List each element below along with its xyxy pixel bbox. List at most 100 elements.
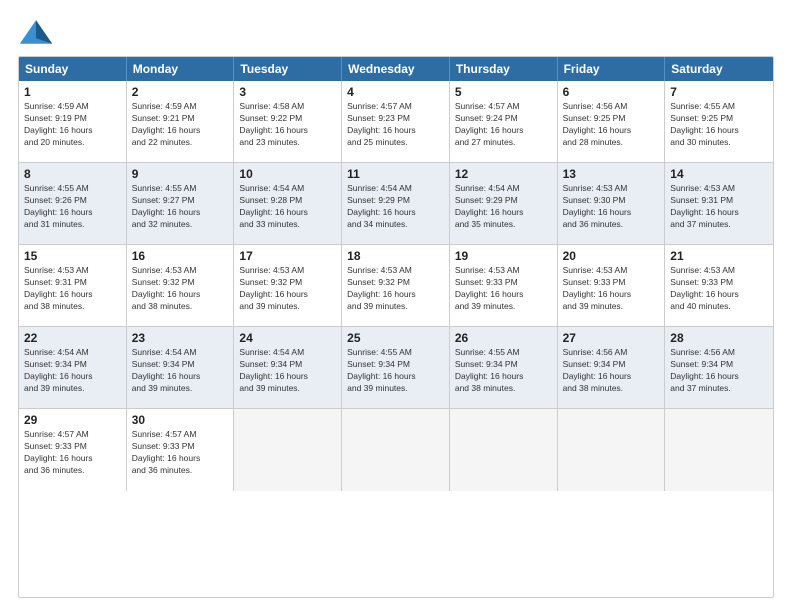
day-info: Sunrise: 4:59 AM Sunset: 9:21 PM Dayligh… bbox=[132, 101, 229, 149]
calendar-cell: 26 Sunrise: 4:55 AM Sunset: 9:34 PM Dayli… bbox=[450, 327, 558, 409]
day-info: Sunrise: 4:54 AM Sunset: 9:34 PM Dayligh… bbox=[24, 347, 121, 395]
day-number: 6 bbox=[563, 85, 660, 99]
logo-icon bbox=[18, 18, 54, 46]
day-info: Sunrise: 4:53 AM Sunset: 9:31 PM Dayligh… bbox=[670, 183, 768, 231]
day-number: 29 bbox=[24, 413, 121, 427]
day-info: Sunrise: 4:56 AM Sunset: 9:25 PM Dayligh… bbox=[563, 101, 660, 149]
day-info: Sunrise: 4:58 AM Sunset: 9:22 PM Dayligh… bbox=[239, 101, 336, 149]
day-number: 15 bbox=[24, 249, 121, 263]
weekday-header-monday: Monday bbox=[127, 57, 235, 81]
calendar-cell: 25 Sunrise: 4:55 AM Sunset: 9:34 PM Dayli… bbox=[342, 327, 450, 409]
day-info: Sunrise: 4:55 AM Sunset: 9:27 PM Dayligh… bbox=[132, 183, 229, 231]
day-number: 23 bbox=[132, 331, 229, 345]
calendar-cell bbox=[558, 409, 666, 491]
weekday-header-friday: Friday bbox=[558, 57, 666, 81]
calendar-cell: 28 Sunrise: 4:56 AM Sunset: 9:34 PM Dayli… bbox=[665, 327, 773, 409]
day-number: 11 bbox=[347, 167, 444, 181]
weekday-header-tuesday: Tuesday bbox=[234, 57, 342, 81]
day-number: 9 bbox=[132, 167, 229, 181]
day-number: 18 bbox=[347, 249, 444, 263]
day-number: 25 bbox=[347, 331, 444, 345]
day-info: Sunrise: 4:56 AM Sunset: 9:34 PM Dayligh… bbox=[670, 347, 768, 395]
day-number: 27 bbox=[563, 331, 660, 345]
calendar-cell: 22 Sunrise: 4:54 AM Sunset: 9:34 PM Dayli… bbox=[19, 327, 127, 409]
calendar-cell: 15 Sunrise: 4:53 AM Sunset: 9:31 PM Dayli… bbox=[19, 245, 127, 327]
calendar-cell: 4 Sunrise: 4:57 AM Sunset: 9:23 PM Daylig… bbox=[342, 81, 450, 163]
calendar-cell bbox=[450, 409, 558, 491]
day-info: Sunrise: 4:54 AM Sunset: 9:29 PM Dayligh… bbox=[455, 183, 552, 231]
calendar-cell: 14 Sunrise: 4:53 AM Sunset: 9:31 PM Dayli… bbox=[665, 163, 773, 245]
day-number: 4 bbox=[347, 85, 444, 99]
day-number: 22 bbox=[24, 331, 121, 345]
weekday-header-thursday: Thursday bbox=[450, 57, 558, 81]
calendar-cell: 23 Sunrise: 4:54 AM Sunset: 9:34 PM Dayli… bbox=[127, 327, 235, 409]
day-info: Sunrise: 4:53 AM Sunset: 9:32 PM Dayligh… bbox=[132, 265, 229, 313]
day-info: Sunrise: 4:53 AM Sunset: 9:31 PM Dayligh… bbox=[24, 265, 121, 313]
day-number: 21 bbox=[670, 249, 768, 263]
calendar-body: 1Sunrise: 4:59 AM Sunset: 9:19 PM Daylig… bbox=[19, 81, 773, 491]
calendar-cell bbox=[342, 409, 450, 491]
header bbox=[18, 18, 774, 46]
day-number: 30 bbox=[132, 413, 229, 427]
day-info: Sunrise: 4:53 AM Sunset: 9:32 PM Dayligh… bbox=[239, 265, 336, 313]
day-number: 14 bbox=[670, 167, 768, 181]
day-info: Sunrise: 4:54 AM Sunset: 9:28 PM Dayligh… bbox=[239, 183, 336, 231]
weekday-header-saturday: Saturday bbox=[665, 57, 773, 81]
day-number: 10 bbox=[239, 167, 336, 181]
day-number: 28 bbox=[670, 331, 768, 345]
page: SundayMondayTuesdayWednesdayThursdayFrid… bbox=[0, 0, 792, 612]
calendar-cell: 30 Sunrise: 4:57 AM Sunset: 9:33 PM Dayli… bbox=[127, 409, 235, 491]
calendar-cell: 3 Sunrise: 4:58 AM Sunset: 9:22 PM Daylig… bbox=[234, 81, 342, 163]
day-info: Sunrise: 4:57 AM Sunset: 9:33 PM Dayligh… bbox=[24, 429, 121, 477]
day-info: Sunrise: 4:53 AM Sunset: 9:32 PM Dayligh… bbox=[347, 265, 444, 313]
calendar-cell: 11 Sunrise: 4:54 AM Sunset: 9:29 PM Dayli… bbox=[342, 163, 450, 245]
day-info: Sunrise: 4:55 AM Sunset: 9:26 PM Dayligh… bbox=[24, 183, 121, 231]
day-number: 24 bbox=[239, 331, 336, 345]
day-info: Sunrise: 4:59 AM Sunset: 9:19 PM Dayligh… bbox=[24, 101, 121, 149]
day-number: 7 bbox=[670, 85, 768, 99]
calendar-cell: 13 Sunrise: 4:53 AM Sunset: 9:30 PM Dayli… bbox=[558, 163, 666, 245]
day-info: Sunrise: 4:53 AM Sunset: 9:33 PM Dayligh… bbox=[670, 265, 768, 313]
day-number: 16 bbox=[132, 249, 229, 263]
day-info: Sunrise: 4:54 AM Sunset: 9:34 PM Dayligh… bbox=[132, 347, 229, 395]
calendar-cell: 16 Sunrise: 4:53 AM Sunset: 9:32 PM Dayli… bbox=[127, 245, 235, 327]
calendar-cell: 20 Sunrise: 4:53 AM Sunset: 9:33 PM Dayli… bbox=[558, 245, 666, 327]
day-info: Sunrise: 4:55 AM Sunset: 9:25 PM Dayligh… bbox=[670, 101, 768, 149]
calendar-cell: 18 Sunrise: 4:53 AM Sunset: 9:32 PM Dayli… bbox=[342, 245, 450, 327]
calendar-cell: 19Sunrise: 4:53 AM Sunset: 9:33 PM Dayli… bbox=[450, 245, 558, 327]
calendar-cell: 8Sunrise: 4:55 AM Sunset: 9:26 PM Daylig… bbox=[19, 163, 127, 245]
calendar-cell: 5Sunrise: 4:57 AM Sunset: 9:24 PM Daylig… bbox=[450, 81, 558, 163]
day-info: Sunrise: 4:55 AM Sunset: 9:34 PM Dayligh… bbox=[347, 347, 444, 395]
calendar-cell: 27Sunrise: 4:56 AM Sunset: 9:34 PM Dayli… bbox=[558, 327, 666, 409]
day-number: 13 bbox=[563, 167, 660, 181]
calendar-cell: 24 Sunrise: 4:54 AM Sunset: 9:34 PM Dayli… bbox=[234, 327, 342, 409]
calendar-cell: 29 Sunrise: 4:57 AM Sunset: 9:33 PM Dayli… bbox=[19, 409, 127, 491]
day-number: 5 bbox=[455, 85, 552, 99]
calendar-header: SundayMondayTuesdayWednesdayThursdayFrid… bbox=[19, 57, 773, 81]
calendar-cell: 1Sunrise: 4:59 AM Sunset: 9:19 PM Daylig… bbox=[19, 81, 127, 163]
day-info: Sunrise: 4:54 AM Sunset: 9:34 PM Dayligh… bbox=[239, 347, 336, 395]
day-info: Sunrise: 4:53 AM Sunset: 9:33 PM Dayligh… bbox=[455, 265, 552, 313]
calendar-cell: 7 Sunrise: 4:55 AM Sunset: 9:25 PM Daylig… bbox=[665, 81, 773, 163]
day-number: 26 bbox=[455, 331, 552, 345]
day-number: 17 bbox=[239, 249, 336, 263]
day-info: Sunrise: 4:53 AM Sunset: 9:33 PM Dayligh… bbox=[563, 265, 660, 313]
day-info: Sunrise: 4:57 AM Sunset: 9:23 PM Dayligh… bbox=[347, 101, 444, 149]
day-number: 3 bbox=[239, 85, 336, 99]
day-number: 20 bbox=[563, 249, 660, 263]
calendar-cell: 21 Sunrise: 4:53 AM Sunset: 9:33 PM Dayli… bbox=[665, 245, 773, 327]
day-info: Sunrise: 4:55 AM Sunset: 9:34 PM Dayligh… bbox=[455, 347, 552, 395]
calendar-cell: 17 Sunrise: 4:53 AM Sunset: 9:32 PM Dayli… bbox=[234, 245, 342, 327]
day-number: 12 bbox=[455, 167, 552, 181]
weekday-header-sunday: Sunday bbox=[19, 57, 127, 81]
calendar-cell: 2Sunrise: 4:59 AM Sunset: 9:21 PM Daylig… bbox=[127, 81, 235, 163]
calendar-cell bbox=[665, 409, 773, 491]
day-info: Sunrise: 4:54 AM Sunset: 9:29 PM Dayligh… bbox=[347, 183, 444, 231]
day-info: Sunrise: 4:57 AM Sunset: 9:33 PM Dayligh… bbox=[132, 429, 229, 477]
weekday-header-wednesday: Wednesday bbox=[342, 57, 450, 81]
calendar-cell bbox=[234, 409, 342, 491]
calendar-cell: 12 Sunrise: 4:54 AM Sunset: 9:29 PM Dayli… bbox=[450, 163, 558, 245]
logo bbox=[18, 18, 58, 46]
calendar-cell: 6 Sunrise: 4:56 AM Sunset: 9:25 PM Daylig… bbox=[558, 81, 666, 163]
day-info: Sunrise: 4:53 AM Sunset: 9:30 PM Dayligh… bbox=[563, 183, 660, 231]
